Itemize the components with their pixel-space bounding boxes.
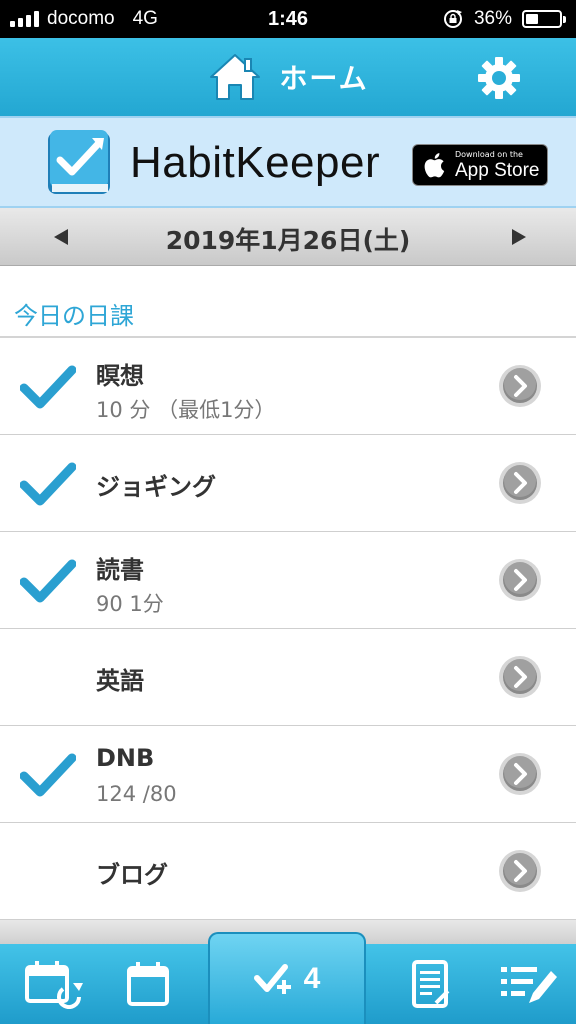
section-title: 今日の日課 [14,302,134,330]
app-header: ホーム [0,38,576,116]
habit-row[interactable]: DNB 124 /80 [0,726,576,823]
habit-name: 読書 [96,556,144,584]
signal-icon [10,11,39,27]
edit-list-icon [501,967,557,1003]
home-title-group: ホーム [207,51,368,103]
battery-icon [522,10,566,28]
habit-row[interactable]: 読書 90 1分 [0,532,576,629]
home-icon [210,54,261,100]
check-icon[interactable] [20,558,76,604]
store-small-text: Download on the [455,149,523,159]
habit-row[interactable]: ブログ [0,823,576,920]
habit-name: ブログ [96,861,168,889]
chevron-right-icon[interactable] [498,752,542,796]
habit-detail: 10 分 （最低1分） [96,398,276,422]
check-icon[interactable] [20,461,76,507]
habit-list: 瞑想 10 分 （最低1分） ジョギング 読書 90 1分 英語 DNB 124… [0,338,576,920]
tab-report[interactable] [400,944,462,1024]
chevron-right-icon[interactable] [498,849,542,893]
habit-name: 英語 [96,667,144,695]
chevron-right-icon[interactable] [498,655,542,699]
battery-percent: 36% [473,8,512,29]
habit-name: DNB [96,744,155,772]
check-icon[interactable] [20,752,76,798]
chevron-right-icon[interactable] [498,558,542,602]
carrier-name: docomo [47,8,115,29]
habit-name: ジョギング [96,473,216,501]
app-store-badge[interactable]: Download on the App Store [412,144,548,186]
check-plus-icon [253,964,291,994]
rotation-lock-icon [443,10,462,28]
tab-edit-list[interactable] [492,944,564,1024]
habit-name: 瞑想 [96,362,144,390]
network-type: 4G [132,8,158,29]
chevron-right-icon[interactable] [498,364,542,408]
habit-row[interactable]: 瞑想 10 分 （最低1分） [0,338,576,435]
status-bar: docomo 4G 1:46 36% [0,0,576,38]
habit-detail: 90 1分 [96,592,164,616]
next-day-button[interactable] [504,222,534,252]
triangle-right-icon [512,229,526,245]
banner-app-name: HabitKeeper [130,138,381,187]
apple-icon [424,153,445,178]
calendar-repeat-icon [25,961,83,1009]
current-date: 2019年1月26日(土) [165,226,411,255]
habit-row[interactable]: ジョギング [0,435,576,532]
tab-check-add[interactable]: 4 [208,932,366,1024]
report-icon [412,960,450,1008]
date-bar: 2019年1月26日(土) [0,208,576,266]
habit-row[interactable]: 英語 [0,629,576,726]
habit-detail: 124 /80 [96,782,177,806]
chevron-right-icon[interactable] [498,461,542,505]
tab-bar: 4 [0,932,576,1024]
completed-count: 4 [303,962,321,995]
tab-calendar[interactable] [116,944,180,1024]
page-title: ホーム [279,62,369,95]
ad-banner[interactable]: HabitKeeper Download on the App Store [0,116,576,208]
app-logo-icon [48,130,110,194]
check-icon[interactable] [20,364,76,410]
tab-calendar-repeat[interactable] [18,944,90,1024]
gear-icon[interactable] [476,55,522,101]
calendar-icon [127,962,169,1006]
store-big-text: App Store [455,159,540,181]
